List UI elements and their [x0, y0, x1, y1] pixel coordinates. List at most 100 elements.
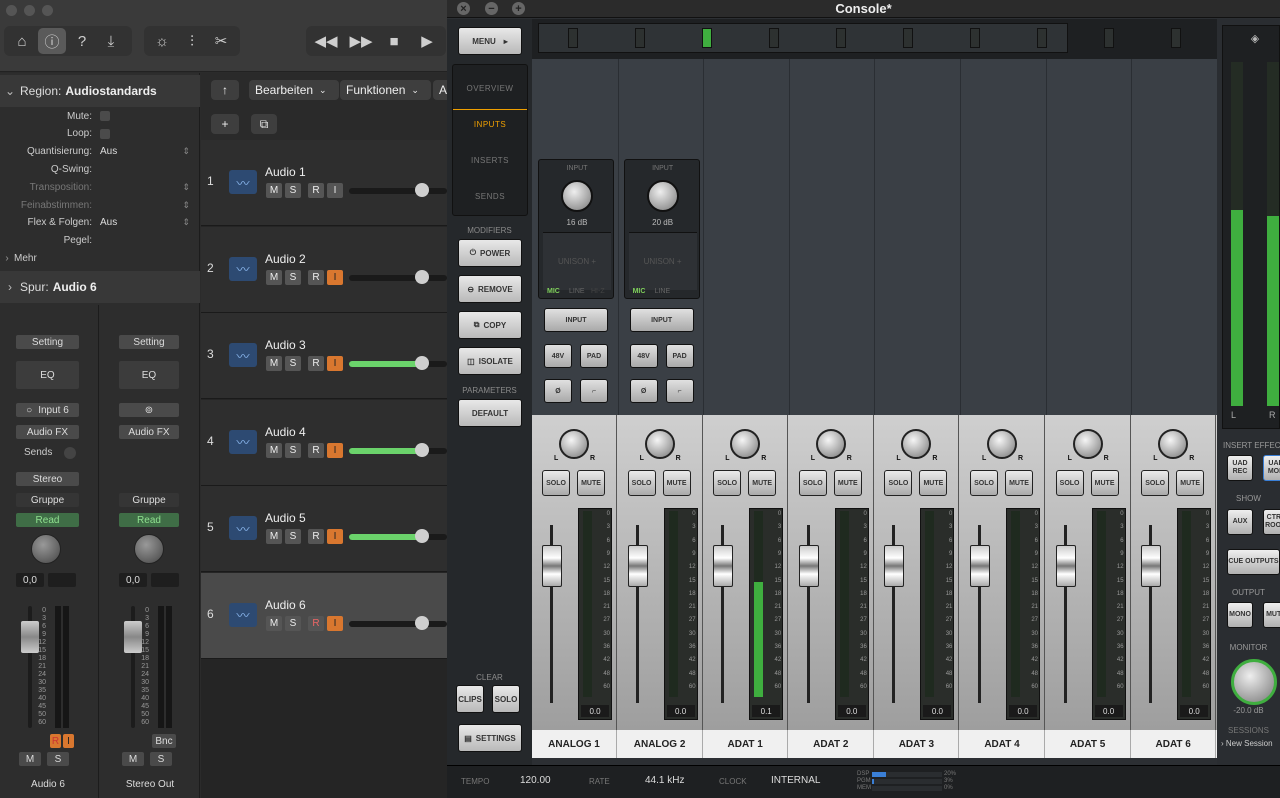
default-button[interactable]: DEFAULT [458, 399, 522, 427]
mute-button[interactable]: M [266, 269, 282, 285]
volume-slider[interactable] [349, 442, 447, 457]
scroller-channel[interactable] [970, 28, 980, 48]
strip1-eq[interactable]: EQ [16, 361, 79, 389]
input-monitor-button[interactable]: I [327, 356, 343, 371]
mute-button[interactable]: MUTE [919, 470, 948, 496]
functions-menu[interactable]: Funktionen ⌄ [340, 80, 431, 100]
channel-name[interactable]: ADAT 5 [1046, 730, 1131, 758]
pan-knob[interactable] [1072, 429, 1103, 459]
solo-button[interactable]: SOLO [542, 470, 570, 496]
channel-overview-scroller[interactable] [532, 19, 1217, 59]
strip1-mute-button[interactable]: M [19, 752, 41, 766]
strip2-fader[interactable] [124, 621, 142, 653]
solo-button[interactable]: S [285, 529, 301, 544]
channel-fader[interactable] [627, 545, 648, 587]
channel-fader[interactable] [1055, 545, 1076, 587]
tab-inputs[interactable]: INPUTS [453, 109, 527, 139]
track-name[interactable]: Audio 5 [265, 511, 306, 525]
solo-button[interactable]: S [285, 442, 301, 458]
strip1-solo-button[interactable]: S [47, 752, 69, 766]
channel-name[interactable]: ADAT 2 [789, 730, 874, 758]
pan-knob[interactable] [730, 429, 761, 459]
scroller-channel[interactable] [568, 28, 578, 48]
mute-button[interactable]: MUTE [662, 470, 691, 496]
mono-button[interactable]: MONO [1227, 602, 1253, 628]
scroller-channel[interactable] [769, 28, 779, 48]
channel-name[interactable]: ANALOG 1 [532, 730, 617, 758]
solo-button[interactable]: S [285, 183, 301, 198]
strip2-audio-fx[interactable]: Audio FX [119, 425, 179, 439]
strip1-r-button[interactable]: R [50, 734, 61, 748]
mute-button[interactable]: M [266, 615, 282, 631]
volume-slider[interactable] [349, 183, 447, 197]
tempo-value[interactable]: 120.00 [520, 775, 551, 786]
remove-button[interactable]: ⊖ REMOVE [458, 275, 522, 303]
mute-button[interactable]: MUTE [577, 470, 605, 496]
strip2-pan-knob[interactable] [134, 534, 164, 564]
clear-solo-button[interactable]: SOLO [492, 685, 520, 713]
show-aux-button[interactable]: AUX [1227, 509, 1253, 535]
input-monitor-button[interactable]: I [327, 615, 343, 631]
uad-mon-button[interactable]: UAD MON [1263, 455, 1280, 481]
copy-button[interactable]: ⧉ COPY [458, 311, 522, 339]
record-button[interactable]: R [308, 356, 324, 371]
tab-sends[interactable]: SENDS [453, 181, 527, 211]
property-value[interactable]: Aus [96, 146, 117, 157]
line-select[interactable]: LINE [569, 288, 585, 295]
mute-button[interactable]: MUTE [1090, 470, 1119, 496]
play-icon[interactable]: ▶ [413, 28, 441, 54]
add-track-icon[interactable]: + [211, 114, 239, 134]
strip2-solo-button[interactable]: S [150, 752, 172, 766]
region-property[interactable]: Quantisierung: Aus ⇕ [0, 143, 200, 161]
solo-button[interactable]: SOLO [798, 470, 827, 496]
volume-slider[interactable] [349, 529, 447, 543]
duplicate-track-icon[interactable]: ⧉ [251, 114, 277, 134]
strip1-i-button[interactable]: I [63, 734, 74, 748]
track-row[interactable]: 6 〰 Audio 6 MSRI [201, 572, 447, 659]
phantom-48v-button[interactable]: 48V [544, 344, 572, 368]
track-header[interactable]: › Spur: Audio 6 [0, 271, 200, 303]
channel-name[interactable]: ANALOG 2 [618, 730, 703, 758]
preamp-gain-knob[interactable] [561, 180, 593, 212]
close-window-button[interactable] [6, 5, 17, 16]
channel-name[interactable]: ADAT 3 [874, 730, 960, 758]
strip1-group[interactable]: Gruppe [16, 493, 79, 507]
strip1-automation[interactable]: Read [16, 513, 79, 527]
track-name[interactable]: Audio 2 [265, 252, 306, 266]
track-name[interactable]: Audio 4 [265, 425, 306, 439]
library-icon[interactable]: ⌂ [8, 28, 36, 54]
channel-name[interactable]: ADAT 4 [960, 730, 1045, 758]
zoom-window-button[interactable] [42, 5, 53, 16]
mute-button[interactable]: M [266, 356, 282, 371]
clear-clips-button[interactable]: CLIPS [456, 685, 484, 713]
record-button[interactable]: R [308, 269, 324, 285]
scroller-channel[interactable] [1104, 28, 1114, 48]
up-arrow-icon[interactable]: ↑ [211, 80, 239, 100]
pad-button[interactable]: PAD [665, 344, 694, 368]
mute-button[interactable]: MUTE [833, 470, 862, 496]
settings-button[interactable]: ▤ SETTINGS [458, 724, 522, 752]
strip1-output[interactable]: Stereo [16, 472, 79, 486]
strip2-volume-value[interactable]: 0,0 [119, 573, 147, 587]
input-button[interactable]: INPUT [544, 308, 608, 332]
power-button[interactable]: ⏻ POWER [458, 239, 522, 267]
track-name[interactable]: Audio 1 [265, 165, 306, 179]
pan-knob[interactable] [987, 429, 1017, 459]
scroller-channel[interactable] [1171, 28, 1181, 48]
strip1-fader[interactable] [21, 621, 39, 653]
region-header[interactable]: ⌄ Region: Audiostandards [0, 75, 200, 107]
strip1-volume-value[interactable]: 0,0 [16, 573, 44, 587]
strip2-setting[interactable]: Setting [119, 335, 179, 349]
solo-button[interactable]: SOLO [627, 470, 656, 496]
input-monitor-button[interactable]: I [327, 442, 343, 458]
strip1-input[interactable]: ○ Input 6 [16, 403, 79, 417]
scroller-channel[interactable] [1037, 28, 1047, 48]
input-button[interactable]: INPUT [629, 308, 694, 332]
high-pass-filter-icon[interactable]: ⌐ [580, 379, 608, 403]
strip2-group[interactable]: Gruppe [119, 493, 179, 507]
volume-slider[interactable] [349, 269, 447, 284]
property-value[interactable]: Aus [96, 217, 117, 228]
show-ctrl-room-button[interactable]: CTRL ROOM [1263, 509, 1280, 535]
channel-fader[interactable] [713, 545, 734, 587]
input-monitor-button[interactable]: I [327, 183, 343, 198]
